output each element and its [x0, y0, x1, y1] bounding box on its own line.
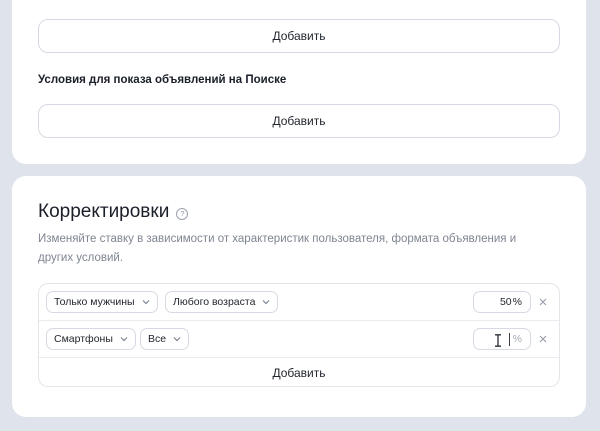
os-select[interactable]: Все — [140, 328, 190, 350]
adjustments-title: Корректировки — [38, 201, 170, 222]
close-icon[interactable] — [537, 296, 549, 308]
adjustment-row: Смартфоны Все % — [39, 321, 559, 358]
adjustment-row: Только мужчины Любого возраста 50 % — [39, 284, 559, 321]
gender-select[interactable]: Только мужчины — [46, 291, 158, 313]
chevron-down-icon — [263, 300, 270, 305]
os-select-value: Все — [148, 333, 167, 345]
add-button-label: Добавить — [272, 114, 326, 128]
question-circle-icon[interactable]: ? — [176, 207, 189, 220]
chevron-down-icon — [142, 300, 149, 305]
percent-suffix: % — [512, 296, 522, 308]
add-search-condition-button[interactable]: Добавить — [38, 104, 560, 138]
device-select[interactable]: Смартфоны — [46, 328, 136, 350]
top-card: Добавить Условия для показа объявлений н… — [12, 0, 586, 164]
percent-value: 50 — [499, 296, 512, 308]
text-cursor-icon — [495, 334, 501, 347]
add-button-label: Добавить — [272, 29, 326, 43]
text-caret — [508, 332, 510, 346]
adjustments-header: Корректировки ? — [38, 201, 189, 223]
age-select[interactable]: Любого возраста — [165, 291, 279, 313]
percent-input[interactable]: % — [473, 328, 531, 350]
add-button-label: Добавить — [272, 365, 326, 380]
adjustments-table: Только мужчины Любого возраста 50 % Смар… — [38, 283, 560, 387]
chevron-down-icon — [120, 337, 128, 342]
percent-suffix: % — [512, 333, 522, 345]
chevron-down-icon — [173, 337, 181, 342]
percent-input[interactable]: 50 % — [473, 291, 531, 313]
add-button[interactable]: Добавить — [38, 19, 560, 53]
adjustments-card: Корректировки ? Изменяйте ставку в завис… — [12, 176, 586, 417]
device-select-value: Смартфоны — [54, 333, 113, 345]
age-select-value: Любого возраста — [173, 296, 256, 308]
close-icon[interactable] — [537, 333, 549, 345]
add-adjustment-button[interactable]: Добавить — [39, 358, 559, 387]
adjustments-description: Изменяйте ставку в зависимости от характ… — [38, 233, 517, 264]
gender-select-value: Только мужчины — [54, 296, 135, 308]
search-conditions-label: Условия для показа объявлений на Поиске — [38, 74, 287, 86]
